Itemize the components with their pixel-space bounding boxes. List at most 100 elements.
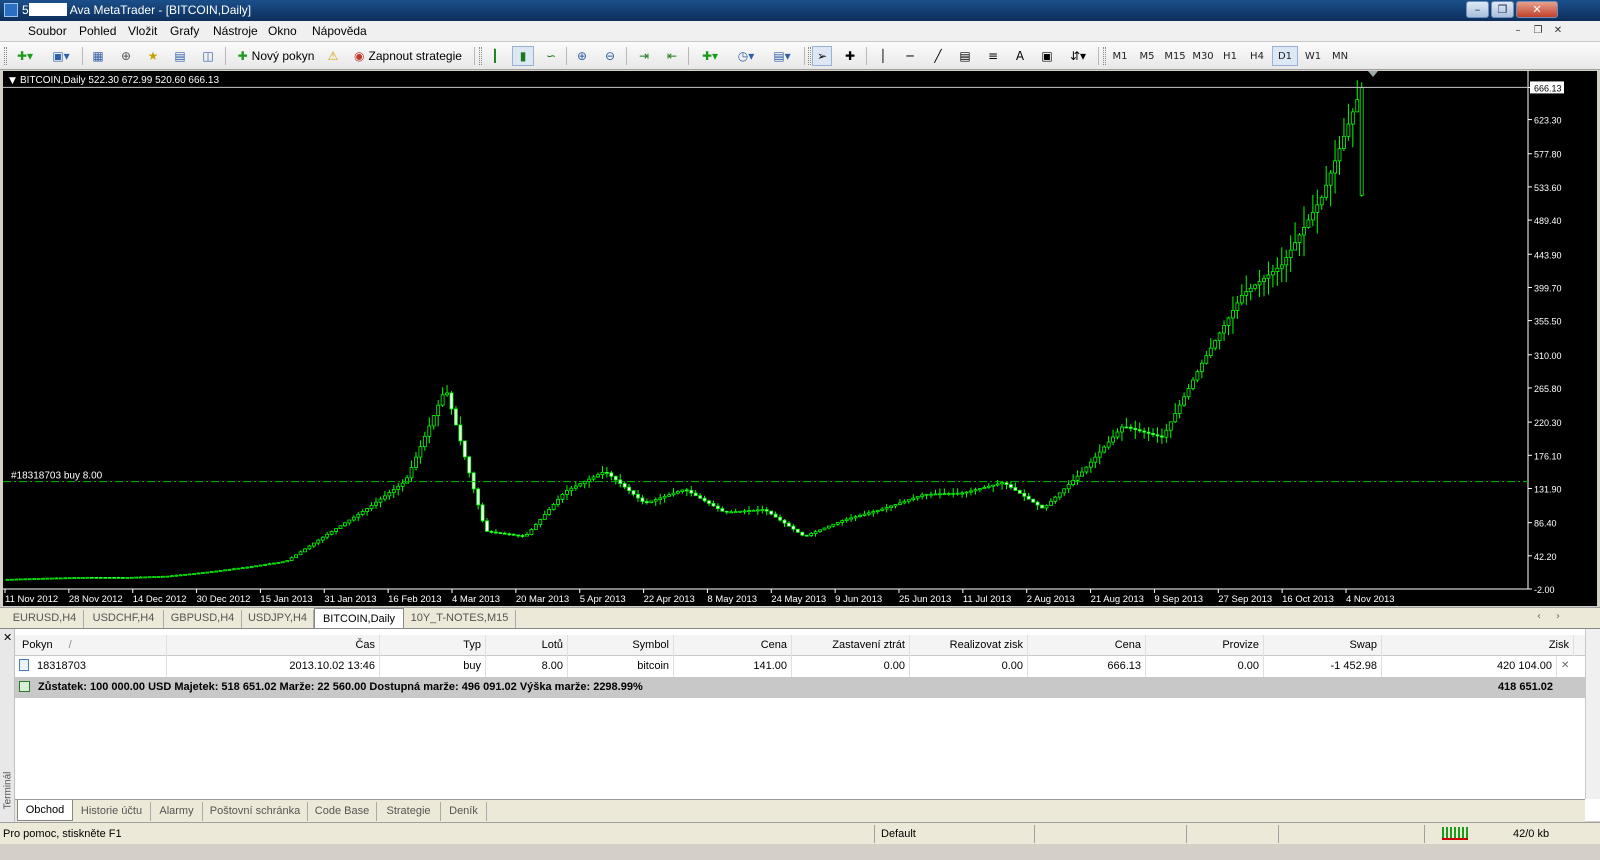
cursor-icon[interactable]: ➢ [812,46,832,66]
candle-body [1306,219,1311,228]
tab-code-base[interactable]: Code Base [308,802,377,821]
indicators-icon[interactable]: ✚▾ [696,46,724,66]
channel-icon[interactable]: ▤ [955,46,975,66]
data-window-icon[interactable]: ⊕ [116,46,136,66]
chart-shift-icon[interactable]: ⇤ [662,46,682,66]
col-cena-current[interactable]: Cena [1028,635,1146,656]
periods-icon[interactable]: ◷▾ [732,46,760,66]
timeframe-mn[interactable]: MN [1327,46,1353,66]
tab-historie-uctu[interactable]: Historie účtu [73,802,151,821]
tab-alarmy[interactable]: Alarmy [151,802,203,821]
menu-okno[interactable]: Okno [268,24,297,38]
chart-tab-usdchf[interactable]: USDCHF,H4 [84,610,164,628]
candle-body [884,507,889,510]
tab-postovni-schranka[interactable]: Poštovní schránka [203,802,308,821]
menu-soubor[interactable]: Soubor [28,24,67,38]
chart-window[interactable]: ▼ BITCOIN,Daily 522.30 672.99 520.60 666… [3,71,1597,606]
strategy-tester-icon[interactable]: ◫ [198,46,218,66]
restore-button[interactable]: ❐ [1491,1,1514,18]
zoom-out-icon[interactable]: ⊖ [600,46,620,66]
trendline-icon[interactable]: ╱ [928,46,948,66]
col-zisk[interactable]: Zisk [1382,635,1574,656]
candle-body [911,497,916,501]
col-swap[interactable]: Swap [1264,635,1382,656]
candle-body [507,533,512,536]
close-button[interactable]: ✕ [1516,1,1558,18]
crosshair-icon[interactable]: ✚ [840,46,860,66]
col-provize[interactable]: Provize [1146,635,1264,656]
horizontal-line-icon[interactable]: ─ [900,46,920,66]
terminal-close-icon[interactable]: ✕ [3,631,12,644]
col-pokyn[interactable]: Pokyn / [15,635,167,656]
timeframe-h4[interactable]: H4 [1245,46,1269,66]
tab-strategie[interactable]: Strategie [377,802,441,821]
auto-scroll-icon[interactable]: ⇥ [634,46,654,66]
menu-grafy[interactable]: Grafy [170,24,199,38]
tab-scroll-right-icon[interactable]: › [1556,611,1560,622]
candle-body [374,501,378,506]
line-chart-icon[interactable]: ∽ [541,46,561,66]
profiles-icon[interactable]: ▣▾ [46,46,76,66]
menu-vlozit[interactable]: Vložit [128,24,157,38]
timeframe-m1[interactable]: M1 [1108,46,1132,66]
candle-body [920,494,925,497]
col-take-profit[interactable]: Realizovat zisk [910,635,1028,656]
col-cas[interactable]: Čas [167,635,380,656]
col-typ[interactable]: Typ [380,635,486,656]
candle-body [1115,431,1120,438]
chart-tab-eurusd[interactable]: EURUSD,H4 [6,610,84,628]
strategy-toggle-button[interactable]: ◉ Zapnout strategie [349,46,467,66]
bar-chart-icon[interactable]: ┃ [485,46,505,66]
col-symbol[interactable]: Symbol [568,635,674,656]
templates-icon[interactable]: ▤▾ [767,46,797,66]
market-watch-icon[interactable]: ▦ [88,46,108,66]
candle-body [658,497,663,500]
timeframe-m5[interactable]: M5 [1135,46,1159,66]
timeframe-w1[interactable]: W1 [1300,46,1326,66]
close-order-icon[interactable]: ✕ [1561,660,1569,671]
zoom-in-icon[interactable]: ⊕ [572,46,592,66]
new-chart-icon[interactable]: ✚▾ [10,46,40,66]
connection-status-icon[interactable] [1442,827,1468,840]
vertical-line-icon[interactable]: │ [873,46,893,66]
time-tick-label: 4 Mar 2013 [452,594,500,605]
arrows-icon[interactable]: ⇵▾ [1064,46,1092,66]
text-tool-icon[interactable]: A [1010,46,1030,66]
chart-tab-10y-t-notes[interactable]: 10Y_T-NOTES,M15 [404,610,516,628]
menu-pohled[interactable]: Pohled [79,24,116,38]
terminal-scrollbar[interactable] [1585,629,1600,799]
chart-tab-gbpusd[interactable]: GBPUSD,H4 [164,610,242,628]
table-row[interactable]: 18318703 2013.10.02 13:46 buy 8.00 bitco… [15,656,1585,677]
chart-tab-usdjpy[interactable]: USDJPY,H4 [242,610,314,628]
col-stop-loss[interactable]: Zastavení ztrát [792,635,910,656]
navigator-icon[interactable]: ★ [143,46,163,66]
tab-denik[interactable]: Deník [441,802,487,821]
timeframe-m30[interactable]: M30 [1190,46,1216,66]
mdi-minimize-button[interactable]: – [1510,24,1526,39]
col-lotu[interactable]: Lotů [486,635,568,656]
mdi-restore-button[interactable]: ❐ [1530,24,1546,39]
tab-obchod[interactable]: Obchod [17,800,73,821]
fibonacci-icon[interactable]: ≡ [983,46,1003,66]
candle-body [782,519,787,524]
warning-icon[interactable]: ⚠ [323,46,343,66]
candle-body [818,529,822,533]
candle-body [613,475,618,481]
tab-scroll-left-icon[interactable]: ‹ [1537,611,1541,622]
minimize-button[interactable]: – [1466,1,1489,18]
chart-menu-icon[interactable]: ▼ [9,76,16,86]
mdi-close-button[interactable]: ✕ [1550,24,1566,39]
price-chart[interactable]: ▼ BITCOIN,Daily 522.30 672.99 520.60 666… [3,71,1597,606]
menu-nastroje[interactable]: Nástroje [213,24,258,38]
candlestick-icon[interactable]: ▮ [512,46,534,66]
terminal-icon[interactable]: ▤ [170,46,190,66]
new-order-button[interactable]: ✚ Nový pokyn [232,46,320,66]
col-cena-open[interactable]: Cena [674,635,792,656]
timeframe-d1[interactable]: D1 [1272,46,1298,66]
candle-body [1333,160,1337,174]
timeframe-m15[interactable]: M15 [1162,46,1188,66]
text-label-icon[interactable]: ▣ [1037,46,1057,66]
chart-tab-bitcoin[interactable]: BITCOIN,Daily [314,608,404,629]
timeframe-h1[interactable]: H1 [1218,46,1242,66]
menu-napoveda[interactable]: Nápověda [312,24,367,38]
